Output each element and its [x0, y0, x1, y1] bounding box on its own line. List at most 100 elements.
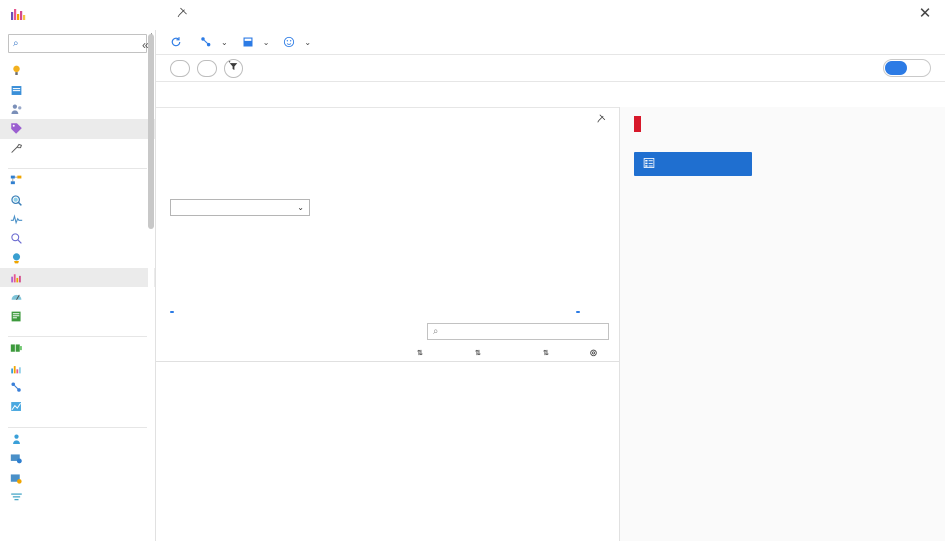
server-browser-toggle[interactable] [883, 59, 931, 77]
failed-request-chart[interactable]: ⌄ [156, 131, 619, 319]
toggle-option-browser[interactable] [907, 61, 929, 75]
search-icon [10, 232, 23, 245]
sidebar-item-performance[interactable] [0, 287, 155, 306]
sidebar-item-overview[interactable] [0, 61, 155, 80]
sidebar-item-application-map[interactable] [0, 171, 155, 190]
sidebar-item-failures[interactable] [0, 267, 155, 288]
smart-detection-icon [10, 194, 23, 207]
sort-icon[interactable]: ⇅ [543, 350, 549, 357]
sidebar-item-workbooks[interactable] [0, 397, 155, 416]
feedback-button[interactable]: ⌄ [283, 36, 311, 48]
drill-into-operations-button[interactable] [634, 152, 752, 176]
sessions-icon [10, 452, 23, 465]
logs-icon [200, 36, 212, 48]
sidebar-item-metrics[interactable] [0, 358, 155, 377]
sidebar-item-access-control[interactable] [0, 100, 155, 119]
tag-icon [10, 122, 23, 135]
divider [8, 167, 147, 169]
metric-selector[interactable]: ⌄ [170, 199, 310, 216]
content-columns: ⌄ ⌕ ⇅ ⇅ ⇅ ◎ [156, 107, 945, 541]
live-metrics-icon [10, 213, 23, 226]
chevron-down-icon: ⌄ [304, 37, 312, 47]
column-pin: ◎ [590, 343, 619, 362]
sidebar-item-funnels[interactable] [0, 488, 155, 507]
sidebar-item-activity-log[interactable] [0, 80, 155, 99]
table-head: ⇅ ⇅ ⇅ ◎ [156, 343, 619, 362]
view-in-logs-button[interactable]: ⌄ [200, 36, 228, 48]
nav-scrollbar[interactable]: ▲ [148, 32, 155, 541]
request-count-area-chart[interactable] [156, 211, 619, 267]
column-count-failed[interactable]: ⇅ [472, 343, 540, 362]
toggle-option-server[interactable] [885, 61, 907, 75]
nav-group-title [0, 417, 155, 427]
search-icon: ⌕ [433, 326, 439, 337]
brush-selector[interactable] [156, 285, 619, 319]
lightbulb-icon [10, 64, 23, 77]
column-count[interactable]: ⇅ [540, 343, 590, 362]
sidebar-item-transaction-search[interactable] [0, 229, 155, 248]
funnels-icon [10, 491, 23, 504]
workbooks-icon [10, 400, 23, 413]
failures-icon [10, 271, 23, 284]
wrench-icon [10, 142, 23, 155]
workbook-icon [242, 36, 254, 48]
sidebar-item-tags[interactable] [0, 119, 155, 139]
right-column [620, 107, 945, 541]
table-header-row: ⌕ [156, 319, 619, 343]
alerts-icon [10, 342, 23, 355]
chevron-down-icon: ⌄ [297, 203, 304, 212]
sidebar-item-users[interactable] [0, 430, 155, 449]
metrics-icon [10, 362, 23, 375]
left-column: ⌄ ⌕ ⇅ ⇅ ⇅ ◎ [156, 107, 619, 541]
sidebar-item-smart-detection[interactable] [0, 190, 155, 209]
window-title-bar: ✕ [0, 0, 945, 30]
sidebar-item-logs[interactable] [0, 378, 155, 397]
add-filter-button[interactable] [224, 58, 243, 78]
app-map-icon [10, 174, 23, 187]
nav-group-title [0, 326, 155, 336]
performance-icon [10, 290, 23, 303]
sort-icon[interactable]: ⇅ [417, 350, 423, 357]
pin-icon[interactable] [176, 6, 189, 22]
chevron-down-icon: ⌄ [221, 37, 228, 47]
main-content: ⌄ ⌄ ⌄ ⌄ ⌕ ⇅ ⇅ ⇅ ◎ [156, 30, 945, 541]
close-icon[interactable]: ✕ [915, 4, 935, 24]
sidebar-item-events[interactable] [0, 468, 155, 487]
funnel-plus-icon [228, 61, 239, 75]
time-range-brush[interactable] [156, 285, 619, 319]
sidebar-item-availability[interactable] [0, 249, 155, 268]
sidebar-item-alerts[interactable] [0, 339, 155, 358]
sidebar-item-diagnose[interactable] [0, 139, 155, 158]
logs-icon [10, 381, 23, 394]
table-filter-input[interactable]: ⌕ [427, 323, 609, 340]
roles-filter[interactable] [197, 59, 217, 77]
search-input[interactable]: ⌕ [8, 34, 147, 53]
scrollbar-thumb[interactable] [148, 34, 154, 229]
sort-icon[interactable]: ⇅ [475, 350, 481, 357]
brush-start-label [170, 311, 174, 313]
pin-icon[interactable] [596, 113, 607, 127]
brush-end-label [576, 311, 580, 313]
filter-bar [156, 55, 945, 81]
activity-log-icon [10, 84, 23, 97]
sidebar-item-sessions[interactable] [0, 449, 155, 468]
list-icon [643, 157, 655, 172]
sidebar-item-troubleshooting-guides[interactable] [0, 307, 155, 326]
pin-icon: ◎ [590, 348, 598, 357]
command-bar: ⌄ ⌄ ⌄ [156, 30, 945, 54]
refresh-button[interactable] [170, 36, 186, 48]
operations-table: ⇅ ⇅ ⇅ ◎ [156, 343, 619, 362]
search-icon: ⌕ [13, 38, 19, 49]
column-users[interactable]: ⇅ [414, 343, 472, 362]
selection-color-swatch [634, 116, 641, 132]
analyze-with-workbooks-button[interactable]: ⌄ [242, 36, 269, 48]
availability-icon [10, 252, 23, 265]
nav-group-title [0, 158, 155, 168]
drill-into-label [620, 132, 945, 152]
users-icon [10, 433, 23, 446]
troubleshooting-icon [10, 310, 23, 323]
people-key-icon [10, 103, 23, 116]
time-range-filter[interactable] [170, 59, 190, 77]
sidebar-item-live-metrics[interactable] [0, 210, 155, 229]
chart-header [156, 107, 619, 127]
